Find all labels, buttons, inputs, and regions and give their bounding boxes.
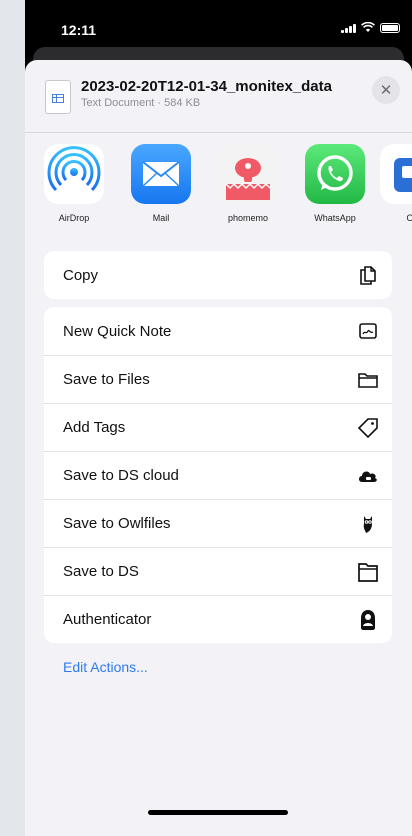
owl-icon — [363, 516, 372, 533]
share-header: 2023-02-20T12-01-34_monitex_data Text Do… — [25, 60, 412, 132]
edit-actions-link[interactable]: Edit Actions... — [63, 659, 148, 675]
action-new-quick-note[interactable]: New Quick Note — [44, 307, 392, 355]
close-icon: ✕ — [379, 82, 393, 99]
app-mail[interactable]: Mail — [128, 144, 194, 223]
authenticator-icon — [361, 610, 375, 630]
action-save-to-owlfiles[interactable]: Save to Owlfiles — [44, 499, 392, 547]
app-whatsapp[interactable]: WhatsApp — [302, 144, 368, 223]
status-bar: 12:11 — [25, 0, 412, 52]
cloud-icon — [359, 471, 377, 482]
action-authenticator[interactable]: Authenticator — [44, 595, 392, 643]
app-label: AirDrop — [58, 213, 90, 223]
action-label: New Quick Note — [63, 322, 172, 340]
app-label: phomemo — [227, 213, 269, 223]
folder-outline-icon — [358, 563, 378, 582]
copy-icon — [360, 266, 376, 285]
home-indicator — [148, 810, 288, 815]
action-label: Copy — [63, 266, 99, 284]
app-label: O — [406, 213, 412, 223]
action-add-tags[interactable]: Add Tags — [44, 403, 392, 451]
airdrop-icon — [44, 144, 104, 204]
file-details: Text Document · 584 KB — [81, 97, 201, 109]
header-divider — [25, 132, 412, 133]
action-label: Save to Files — [63, 371, 150, 388]
app-label: WhatsApp — [314, 213, 356, 223]
action-group-list: New Quick Note Save to Files Add Tags Sa… — [44, 307, 392, 643]
action-save-to-ds-cloud[interactable]: Save to DS cloud — [44, 451, 392, 499]
quick-note-icon — [359, 323, 377, 339]
app-label: Mail — [152, 213, 170, 223]
phomemo-icon — [218, 144, 278, 204]
action-group-copy: Copy — [44, 251, 392, 299]
app-row: AirDrop Mail phomemo WhatsApp O — [25, 144, 412, 236]
close-button[interactable]: ✕ — [372, 76, 400, 104]
signal-icon — [341, 23, 356, 33]
whatsapp-icon — [305, 144, 365, 204]
app-partial[interactable]: O — [377, 144, 412, 223]
share-sheet: 2023-02-20T12-01-34_monitex_data Text Do… — [25, 60, 412, 836]
action-save-to-ds[interactable]: Save to DS — [44, 547, 392, 595]
action-copy[interactable]: Copy — [44, 251, 392, 299]
action-label: Save to Owlfiles — [63, 515, 171, 532]
action-label: Save to DS — [63, 563, 139, 580]
status-icons — [341, 22, 400, 33]
partial-app-icon — [380, 144, 412, 204]
action-save-to-files[interactable]: Save to Files — [44, 355, 392, 403]
app-airdrop[interactable]: AirDrop — [41, 144, 107, 223]
action-label: Add Tags — [63, 419, 126, 436]
status-time: 12:11 — [61, 22, 97, 38]
document-icon — [45, 80, 71, 114]
file-name: 2023-02-20T12-01-34_monitex_data — [81, 78, 332, 95]
battery-icon — [380, 22, 400, 33]
folder-icon — [358, 373, 378, 388]
action-label: Save to DS cloud — [63, 467, 179, 484]
action-label: Authenticator — [63, 611, 152, 628]
app-phomemo[interactable]: phomemo — [215, 144, 281, 223]
phone-screen: 12:11 2023-02-20T12-01-34_monitex_data T… — [25, 0, 412, 836]
mail-icon — [131, 144, 191, 204]
wifi-icon — [361, 22, 375, 32]
tag-icon — [357, 418, 378, 439]
